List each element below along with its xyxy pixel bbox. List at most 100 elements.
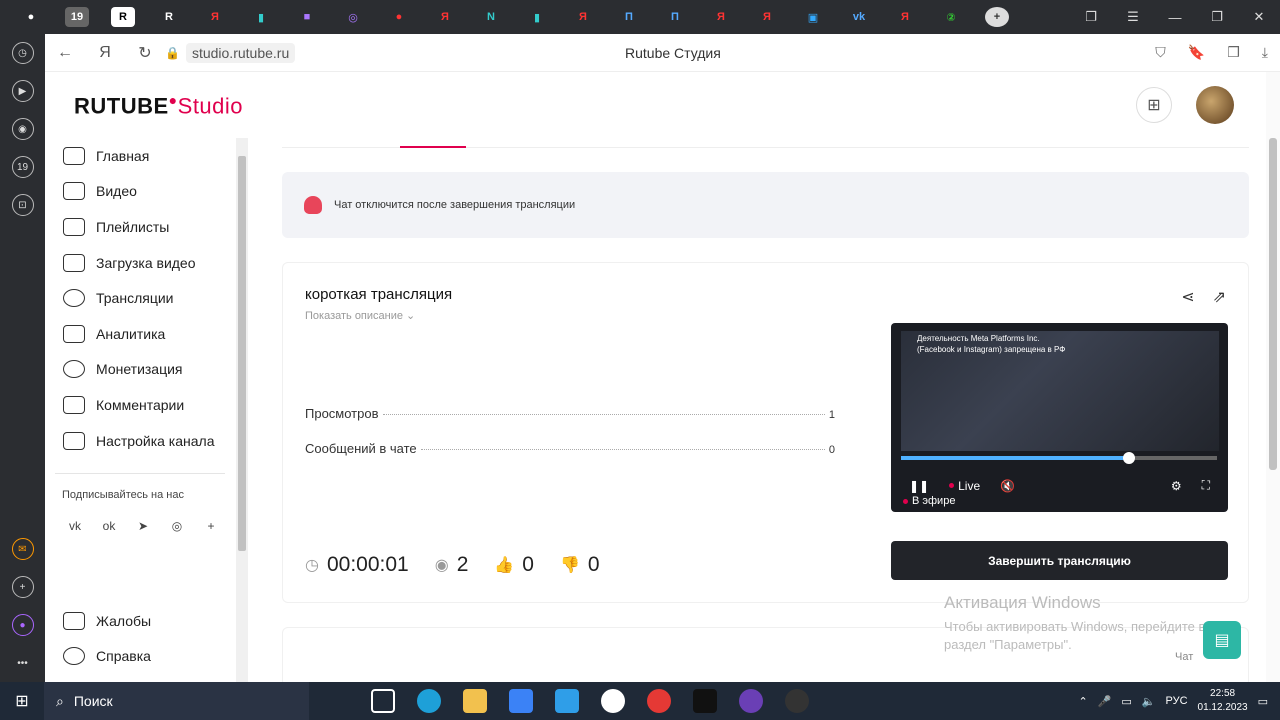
sidebar-item-upload[interactable]: Загрузка видео	[45, 245, 235, 281]
tab-group-counter[interactable]: 19	[65, 7, 89, 27]
reload-icon[interactable]: ↻	[125, 43, 165, 63]
mute-icon[interactable]: 🔇	[1000, 479, 1015, 493]
profile-icon[interactable]: ●	[19, 7, 43, 27]
tab-n[interactable]: N	[479, 7, 503, 27]
tab-green[interactable]: ②	[939, 7, 963, 27]
sidebar-item-monetization[interactable]: Монетизация	[45, 352, 235, 388]
rutube-studio-logo[interactable]: RUTUBE●Studio	[74, 92, 243, 119]
sidebar-item-channel-settings[interactable]: Настройка канала	[45, 423, 235, 459]
show-description-link[interactable]: Показать описание ⌄	[305, 309, 415, 322]
tabs-icon[interactable]: 19	[11, 156, 34, 178]
minimize-icon[interactable]: —	[1154, 10, 1196, 25]
restore-icon[interactable]: ❐	[1196, 9, 1238, 25]
telegram-icon[interactable]: ➤	[135, 519, 151, 535]
live-indicator[interactable]: Live	[949, 479, 980, 493]
progress-handle[interactable]	[1122, 452, 1135, 464]
alice-icon[interactable]: ◉	[11, 118, 34, 140]
tab-vk[interactable]: vk	[847, 7, 871, 27]
sidebar-item-help[interactable]: Справка	[45, 639, 151, 675]
player-progress[interactable]	[901, 456, 1217, 460]
yandex-icon[interactable]: Я	[85, 44, 125, 62]
sidebar-item-complaints[interactable]: Жалобы	[45, 603, 151, 639]
end-stream-button[interactable]: Завершить трансляцию	[891, 541, 1228, 580]
assistant-icon[interactable]: ●	[11, 614, 34, 636]
yandex-icon[interactable]	[647, 689, 671, 713]
fullscreen-icon[interactable]: ⛶	[1202, 478, 1210, 493]
mail-app-icon[interactable]	[555, 689, 579, 713]
tab-audio-2[interactable]: ▮	[525, 7, 549, 27]
tab-rutube-studio[interactable]: R	[111, 7, 135, 27]
menu-icon[interactable]: ☰	[1112, 9, 1154, 25]
tray-expand-icon[interactable]: ⌃	[1078, 695, 1087, 708]
tab-messenger[interactable]: ▣	[801, 7, 825, 27]
vk-icon[interactable]: vk	[67, 519, 83, 535]
explorer-icon[interactable]	[463, 689, 487, 713]
sidebar-item-video[interactable]: Видео	[45, 174, 235, 210]
sg-app-icon[interactable]	[693, 689, 717, 713]
network-icon[interactable]: ▭	[1121, 695, 1131, 708]
obs-icon[interactable]	[785, 689, 809, 713]
back-icon[interactable]: ←	[45, 44, 85, 62]
sidebar-item-streams[interactable]: Трансляции	[45, 280, 235, 316]
url-field[interactable]: studio.rutube.ru	[185, 42, 296, 63]
tab-p[interactable]: П	[617, 7, 641, 27]
tab-audio[interactable]: ▮	[249, 7, 273, 27]
store-icon[interactable]	[509, 689, 533, 713]
add-panel-icon[interactable]: +	[11, 576, 34, 598]
stream-player[interactable]: Деятельность Meta Platforms Inc. (Facebo…	[891, 323, 1228, 512]
windows-start-icon[interactable]: ⊞	[0, 691, 44, 711]
task-view-icon[interactable]	[371, 689, 395, 713]
yandex-browser-icon[interactable]	[601, 689, 625, 713]
bookmarks-icon[interactable]: ❐	[1070, 9, 1112, 25]
tab-yandex-4[interactable]: Я	[709, 7, 733, 27]
screenshot-icon[interactable]: ⊡	[11, 194, 34, 216]
play-icon[interactable]: ▶	[11, 80, 34, 102]
language-indicator[interactable]: РУС	[1166, 695, 1188, 707]
sidebar-item-comments[interactable]: Комментарии	[45, 387, 235, 423]
edge-icon[interactable]	[417, 689, 441, 713]
create-button[interactable]: ⊞	[1136, 87, 1172, 123]
mail-icon[interactable]: ✉	[11, 538, 34, 560]
page-scroll-thumb[interactable]	[1269, 138, 1277, 470]
new-tab-button[interactable]: +	[985, 7, 1009, 27]
lock-icon[interactable]: 🔒	[165, 46, 180, 60]
share-icon[interactable]: ⋖	[1181, 287, 1194, 307]
protect-icon[interactable]: ⛉	[1155, 44, 1166, 61]
history-icon[interactable]: ◷	[11, 42, 34, 64]
sidebar-item-home[interactable]: Главная	[45, 138, 235, 174]
tab-yandex-3[interactable]: Я	[571, 7, 595, 27]
downloads-icon[interactable]: ⤓	[1262, 44, 1268, 61]
more-social-icon[interactable]: +	[203, 519, 219, 535]
microphone-icon[interactable]: 🎤	[1098, 695, 1112, 708]
sidebar-item-playlists[interactable]: Плейлисты	[45, 209, 235, 245]
tab-p-2[interactable]: П	[663, 7, 687, 27]
pause-icon[interactable]: ❚❚	[909, 479, 929, 493]
sidebar-item-analytics[interactable]: Аналитика	[45, 316, 235, 352]
avatar[interactable]	[1196, 86, 1234, 124]
open-external-icon[interactable]: ⇗	[1213, 287, 1226, 307]
tab-camera[interactable]: ◎	[341, 7, 365, 27]
odnoklassniki-icon[interactable]: ok	[101, 519, 117, 535]
collections-icon[interactable]: ❒	[1227, 44, 1240, 61]
notifications-icon[interactable]: ▭	[1258, 695, 1268, 708]
page-scrollbar[interactable]	[1266, 72, 1280, 682]
tab-rutube[interactable]: R	[157, 7, 181, 27]
sidebar-scroll-thumb[interactable]	[238, 156, 246, 551]
settings-icon[interactable]: ⚙	[1171, 479, 1182, 493]
bookmark-icon[interactable]: 🔖	[1188, 44, 1205, 61]
sidebar-scrollbar[interactable]	[236, 138, 248, 682]
tab-dots[interactable]: ●	[387, 7, 411, 27]
more-icon[interactable]: •••	[12, 652, 34, 674]
tab-yandex-6[interactable]: Я	[893, 7, 917, 27]
taskbar-search[interactable]: ⌕ Поиск	[44, 682, 309, 720]
close-icon[interactable]: ✕	[1238, 9, 1280, 25]
clock[interactable]: 22:58 01.12.2023	[1198, 687, 1248, 715]
chat-button[interactable]: ▤	[1203, 621, 1241, 659]
viber-icon[interactable]: ◎	[169, 519, 185, 535]
tab-yandex[interactable]: Я	[203, 7, 227, 27]
mu-app-icon[interactable]	[739, 689, 763, 713]
tab-avatar[interactable]: ■	[295, 7, 319, 27]
tab-yandex-5[interactable]: Я	[755, 7, 779, 27]
volume-icon[interactable]: 🔈	[1142, 695, 1156, 708]
tab-yandex-2[interactable]: Я	[433, 7, 457, 27]
